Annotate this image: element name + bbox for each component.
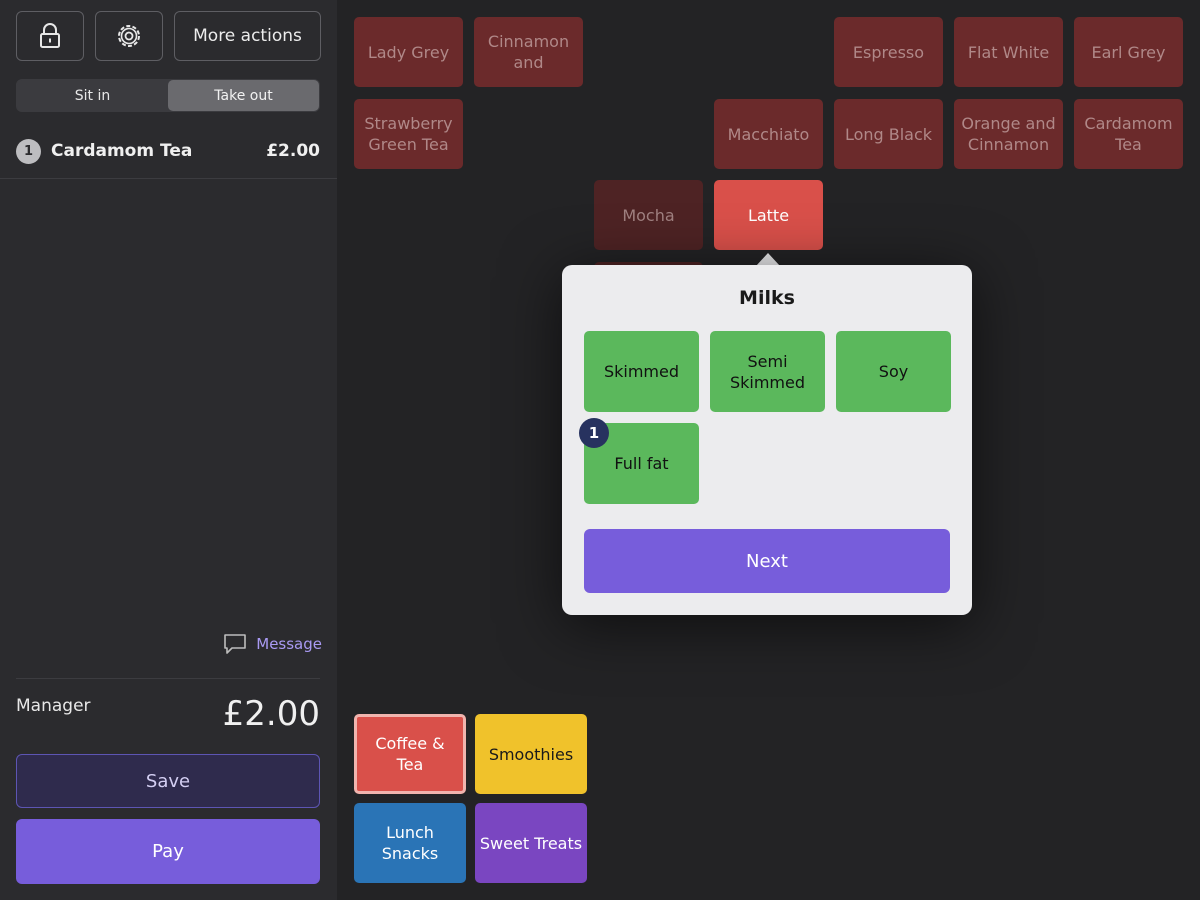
order-type-toggle: Sit in Take out (16, 79, 320, 112)
category-sweet-treats[interactable]: Sweet Treats (475, 803, 587, 883)
save-button[interactable]: Save (16, 754, 320, 808)
product-long-black[interactable]: Long Black (834, 99, 943, 169)
milk-option-skimmed[interactable]: Skimmed (584, 331, 699, 412)
product-strawberry-green-tea[interactable]: Strawberry Green Tea (354, 99, 463, 169)
product-orange-and-cinnamon[interactable]: Orange and Cinnamon (954, 99, 1063, 169)
message-link[interactable]: Message (223, 633, 322, 655)
milks-popover: Milks Skimmed Semi Skimmed Soy 1 Full fa… (562, 265, 972, 615)
category-lunch-snacks[interactable]: Lunch Snacks (354, 803, 466, 883)
order-panel: More actions Sit in Take out 1 Cardamom … (0, 0, 337, 900)
product-lady-grey[interactable]: Lady Grey (354, 17, 463, 87)
lock-icon (40, 23, 60, 48)
category-smoothies[interactable]: Smoothies (475, 714, 587, 794)
popover-title: Milks (739, 287, 795, 309)
milk-option-semi-skimmed[interactable]: Semi Skimmed (710, 331, 825, 412)
product-mocha[interactable]: Mocha (594, 180, 703, 250)
gear-icon (118, 25, 140, 47)
order-total: £2.00 (222, 694, 320, 734)
next-button[interactable]: Next (584, 529, 950, 593)
product-espresso[interactable]: Espresso (834, 17, 943, 87)
divider (16, 678, 320, 679)
product-earl-grey[interactable]: Earl Grey (1074, 17, 1183, 87)
selected-count-badge: 1 (579, 418, 609, 448)
product-cinnamon-and[interactable]: Cinnamon and (474, 17, 583, 87)
settings-button[interactable] (95, 11, 163, 61)
milk-option-label: Full fat (614, 454, 669, 473)
take-out-option[interactable]: Take out (168, 80, 319, 111)
product-flat-white[interactable]: Flat White (954, 17, 1063, 87)
order-line-item[interactable]: 1 Cardamom Tea £2.00 (16, 138, 320, 164)
quantity-badge: 1 (16, 138, 41, 164)
speech-bubble-icon (224, 634, 247, 654)
more-actions-button[interactable]: More actions (174, 11, 321, 61)
pay-button[interactable]: Pay (16, 819, 320, 884)
message-label: Message (256, 635, 322, 653)
milk-option-full-fat[interactable]: 1 Full fat (579, 418, 699, 504)
sit-in-option[interactable]: Sit in (17, 80, 168, 111)
product-latte[interactable]: Latte (714, 180, 823, 250)
item-name: Cardamom Tea (51, 141, 193, 161)
milk-option-soy[interactable]: Soy (836, 331, 951, 412)
category-coffee-tea[interactable]: Coffee & Tea (354, 714, 466, 794)
divider (0, 178, 337, 179)
product-cardamom-tea[interactable]: Cardamom Tea (1074, 99, 1183, 169)
staff-name: Manager (16, 696, 91, 716)
lock-button[interactable] (16, 11, 84, 61)
item-price: £2.00 (266, 141, 320, 161)
product-macchiato[interactable]: Macchiato (714, 99, 823, 169)
